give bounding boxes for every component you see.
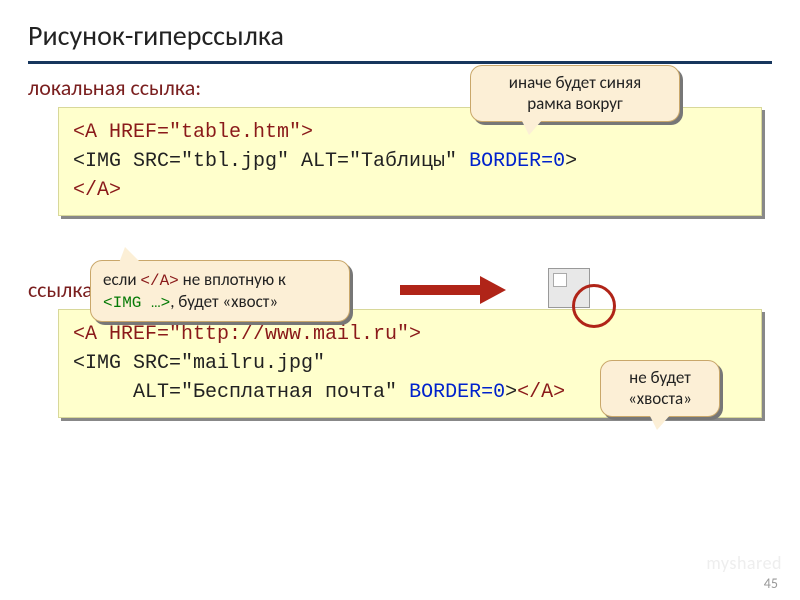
circle-highlight-icon bbox=[572, 284, 616, 328]
callout-tail-icon bbox=[649, 414, 671, 430]
code2-border: BORDER=0 bbox=[409, 381, 505, 404]
tail-tag-img: <IMG …> bbox=[103, 294, 170, 312]
page-title: Рисунок-гиперссылка bbox=[28, 18, 772, 61]
callout-border-text: иначе будет синяя рамка вокруг bbox=[509, 72, 641, 114]
watermark: myshared bbox=[706, 552, 782, 574]
tail-tag-close: </A> bbox=[140, 272, 178, 290]
code2-img-l2a: ALT="Бесплатная почта" bbox=[73, 381, 409, 404]
tail-post: , будет «хвост» bbox=[170, 291, 278, 312]
callout-tail-icon bbox=[119, 247, 141, 263]
page-number: 45 bbox=[764, 575, 778, 592]
code-img-close: > bbox=[565, 150, 577, 173]
code-local: <A HREF="table.htm"> <IMG SRC="tbl.jpg" … bbox=[58, 107, 762, 216]
code2-img-l1: <IMG SRC="mailru.jpg" bbox=[73, 352, 325, 375]
callout-no-tail: не будет «хвоста» bbox=[600, 360, 720, 417]
callout-tail-icon bbox=[521, 119, 543, 135]
code-border: BORDER=0 bbox=[469, 150, 565, 173]
code-a-close: </A> bbox=[73, 179, 121, 202]
arrow-icon bbox=[400, 285, 480, 295]
tail-pre: если bbox=[103, 269, 140, 290]
callout-tail-note: если </A> не вплотную к <IMG …>, будет «… bbox=[90, 260, 350, 322]
code-img: <IMG SRC="tbl.jpg" ALT="Таблицы" bbox=[73, 150, 469, 173]
callout-border-note: иначе будет синяя рамка вокруг bbox=[470, 65, 680, 122]
code2-a-close: </A> bbox=[517, 381, 565, 404]
callout-no-tail-text: не будет «хвоста» bbox=[628, 367, 692, 409]
divider bbox=[28, 61, 772, 64]
code2-img-l2b: > bbox=[505, 381, 517, 404]
code-a-open: <A HREF="table.htm"> bbox=[73, 121, 313, 144]
tail-mid: не вплотную к bbox=[179, 269, 286, 290]
code2-a-open: <A HREF="http://www.mail.ru"> bbox=[73, 323, 421, 346]
